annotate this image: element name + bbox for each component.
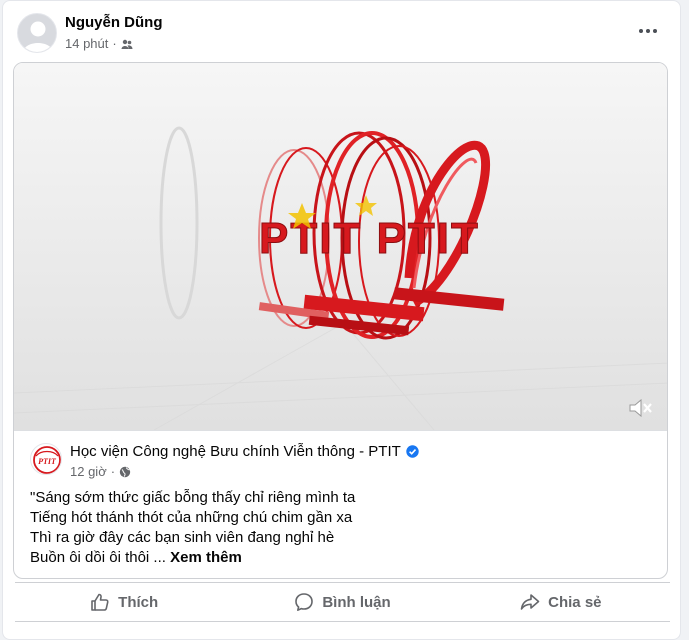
ptit-logo: PTIT — [33, 446, 61, 474]
shared-post-meta: 12 giờ · — [70, 464, 131, 479]
page-name[interactable]: Học viện Công nghệ Bưu chính Viễn thông … — [70, 443, 401, 460]
thumbs-up-icon — [91, 593, 109, 611]
divider — [15, 621, 670, 622]
post-time[interactable]: 14 phút — [65, 36, 108, 51]
comment-icon — [295, 593, 314, 611]
friends-icon[interactable] — [121, 38, 133, 50]
shared-post[interactable]: PTIT PTIT PTIT Học viện Công nghệ Bưu ch… — [13, 62, 668, 579]
share-icon — [520, 594, 540, 610]
more-options-button[interactable] — [631, 19, 665, 43]
video-player[interactable]: PTIT PTIT — [14, 63, 667, 431]
caption-last-line: Buồn ôi dồi ôi thôi ... Xem thêm — [30, 548, 650, 568]
author-name[interactable]: Nguyễn Dũng — [65, 14, 163, 31]
share-button[interactable]: Chia sẻ — [452, 583, 670, 621]
muted-speaker-icon — [629, 398, 652, 418]
comment-label: Bình luận — [322, 593, 391, 611]
share-label: Chia sẻ — [548, 593, 602, 611]
logo-text: PTIT — [38, 457, 57, 466]
globe-icon[interactable] — [119, 466, 131, 478]
verified-badge-icon — [406, 445, 419, 458]
author-avatar[interactable] — [17, 13, 57, 53]
action-bar: Thích Bình luận Chia sẻ — [15, 582, 670, 621]
caption-line: Buồn ôi dồi ôi thôi ... — [30, 549, 166, 566]
meta-separator: · — [110, 464, 116, 479]
like-label: Thích — [118, 593, 159, 611]
meta-separator: · — [112, 36, 117, 51]
shared-post-time[interactable]: 12 giờ — [70, 464, 107, 479]
see-more-link[interactable]: Xem thêm — [170, 549, 242, 566]
caption-line: Tiếng hót thánh thót của những chú chim … — [30, 509, 353, 526]
comment-button[interactable]: Bình luận — [233, 583, 451, 621]
like-button[interactable]: Thích — [15, 583, 233, 621]
default-avatar-icon — [23, 21, 53, 52]
post-card: Nguyễn Dũng 14 phút · PTIT PTIT PTIT Học… — [2, 0, 681, 640]
video-frame: PTIT PTIT — [14, 63, 667, 431]
page-name-link[interactable]: Học viện Công nghệ Bưu chính Viễn thông … — [70, 443, 419, 460]
more-options-icon — [639, 29, 657, 33]
caption-line: Thì ra giờ đây các bạn sinh viên đang ng… — [30, 529, 335, 546]
post-caption: "Sáng sớm thức giấc bỗng thấy chỉ riêng … — [30, 488, 650, 568]
caption-line: "Sáng sớm thức giấc bỗng thấy chỉ riêng … — [30, 489, 356, 506]
video-overlay-text: PTIT PTIT — [259, 214, 480, 263]
page-logo[interactable]: PTIT — [30, 443, 62, 475]
post-meta: 14 phút · — [65, 36, 133, 51]
mute-button[interactable] — [626, 396, 654, 420]
